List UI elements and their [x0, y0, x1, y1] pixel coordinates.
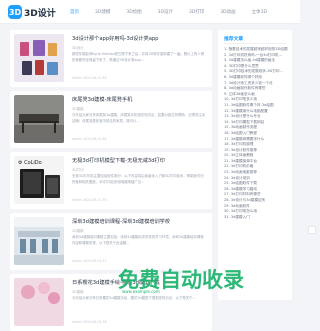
sidebar-link[interactable]: 31. 3d建模入门: [224, 215, 288, 221]
article-card[interactable]: 床尾凳3d建模-床尾凳手机 3D建模 今天给大家分享床尾凳3d建模，床尾凳手机相…: [10, 91, 212, 148]
article-category[interactable]: 3D建模: [72, 106, 84, 111]
sidebar-list: 1. 随着技术的发展越来越好用的3D绘图软件 2. 3d打印机好用吗-一台3d打…: [224, 47, 288, 220]
watermark-url: www.example.com: [122, 289, 160, 294]
logo-text: 3D设计: [24, 8, 56, 19]
sidebar-title: 推荐文章: [224, 37, 244, 42]
article-meta: admin 2024-06-01 55: [72, 198, 107, 202]
top-navbar: 3D 3D设计 首页 3D建模 3D绘图 3D设计 3D打印 3D动画 立体3D: [0, 0, 300, 24]
article-thumbnail[interactable]: [14, 34, 64, 82]
nav-item-3d-printing[interactable]: 3D打印: [189, 9, 204, 15]
main-nav: 首页 3D建模 3D绘图 3D设计 3D打印 3D动画 立体3D: [70, 0, 283, 24]
article-meta: admin 2024-06-01 83: [72, 76, 107, 80]
nav-item-3d-modeling[interactable]: 3D建模: [95, 9, 110, 15]
article-meta: admin 2024-06-01 47: [72, 259, 107, 263]
article-excerpt: 今天给大家分享床尾凳3d建模，床尾凳手机相关知识点，如果对各位有帮助，记得关注本…: [72, 113, 206, 123]
article-thumbnail[interactable]: ⚙ CoLiDo: [14, 156, 64, 204]
article-thumbnail[interactable]: [14, 217, 64, 265]
article-meta: admin 2024-06-01 64: [72, 137, 107, 141]
article-thumbnail[interactable]: [14, 95, 64, 143]
article-meta: admin 2024-06-01 39: [72, 320, 107, 324]
article-card[interactable]: 3d设计那个app好用吗-3d设计类app 3D设计 那些年摄影师Kyrie H…: [10, 30, 212, 87]
nav-item-home[interactable]: 首页: [70, 9, 79, 15]
article-title[interactable]: 深圳3d建模培训课程-深圳3d建模培训学校: [72, 218, 170, 225]
article-thumbnail[interactable]: [14, 278, 64, 326]
article-excerpt: 那些年摄影师Kyrie Holmes把它照下来之后，并用3D软件重新建了一遍，照…: [72, 52, 205, 62]
article-excerpt: 无极3D打印机主要包括软件部分：以下内容将由读者深入了解3D打印技术，帮助我们识…: [72, 174, 204, 184]
article-title[interactable]: 床尾凳3d建模-床尾凳手机: [72, 96, 132, 103]
article-excerpt: 深圳3d建模培训课程主要包括：深圳3d建模培训学校的学习环境，深圳3d建模培训课…: [72, 235, 204, 245]
nav-item-3d-animation[interactable]: 3D动画: [220, 9, 235, 15]
nav-item-3d-design[interactable]: 3D设计: [158, 9, 173, 15]
article-category[interactable]: 3D设计: [72, 45, 84, 50]
article-category[interactable]: 3D打印: [72, 167, 84, 172]
svg-text:⚙ CoLiDo: ⚙ CoLiDo: [18, 160, 42, 166]
article-card[interactable]: ⚙ CoLiDo 无极3d打印机模型下载-无极无咸3d打印 3D打印 无极3D打…: [10, 152, 212, 209]
recommended-sidebar: 推荐文章 1. 随着技术的发展越来越好用的3D绘图软件 2. 3d打印机好用吗-…: [218, 30, 292, 300]
site-logo[interactable]: 3D 3D设计: [8, 5, 56, 19]
logo-mark-icon: 3D: [8, 5, 22, 19]
article-category[interactable]: 3D建模: [72, 228, 84, 233]
article-title[interactable]: 3d设计那个app好用吗-3d设计类app: [72, 35, 158, 42]
nav-item-3d-drawing[interactable]: 3D绘图: [126, 9, 141, 15]
nav-item-stereo-3d[interactable]: 立体3D: [252, 9, 267, 15]
article-card[interactable]: 深圳3d建模培训课程-深圳3d建模培训学校 3D建模 深圳3d建模培训课程主要包…: [10, 213, 212, 270]
article-excerpt: 今天给大家分享日系樱花3d建模手绘，樱花3d模型下载相关知识点，以下是关于...: [72, 296, 196, 300]
article-title[interactable]: 无极3d打印机模型下载-无极无咸3d打印: [72, 157, 165, 164]
back-to-top-button[interactable]: [308, 226, 316, 234]
sidebar-link[interactable]: 1. 随着技术的发展越来越好用的3D绘图软件: [224, 47, 288, 53]
article-category[interactable]: 3D建模: [72, 289, 84, 294]
sidebar-divider: [224, 43, 286, 44]
